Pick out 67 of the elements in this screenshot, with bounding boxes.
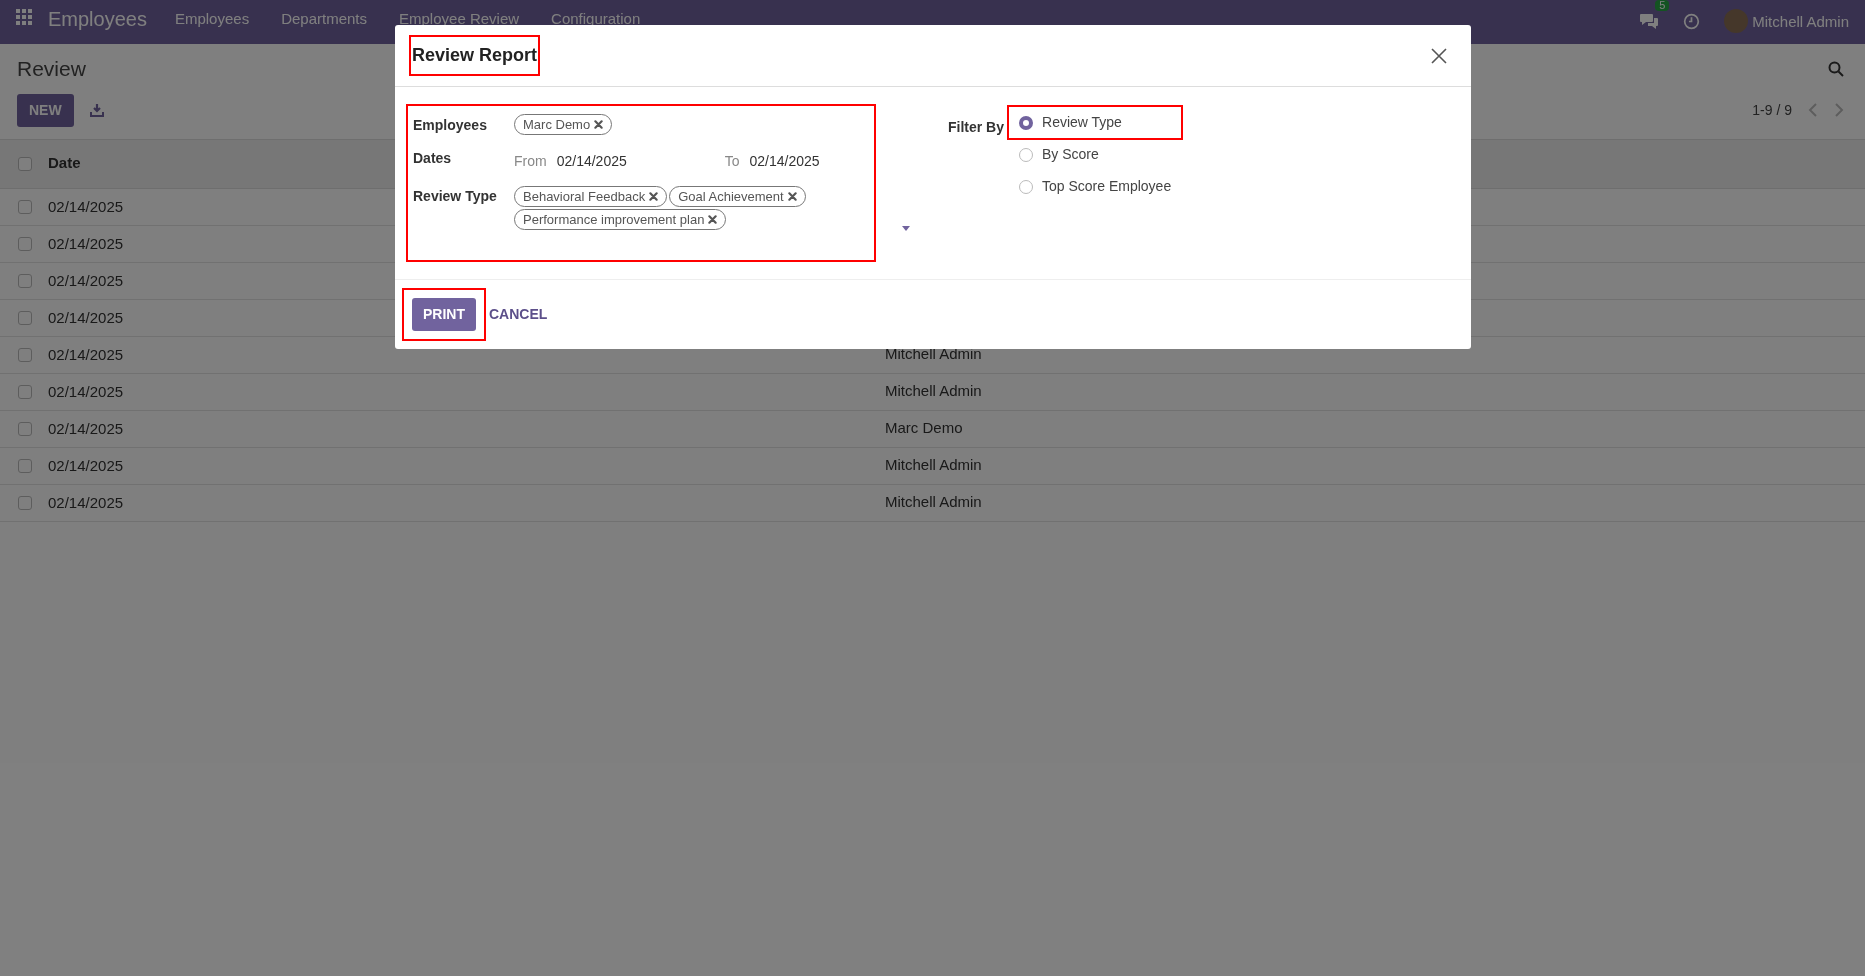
table-cell: 02/14/2025 <box>48 419 124 437</box>
table-cell-text: Mitchell Admin <box>885 344 982 365</box>
table-cell-text: Marc Demo <box>885 418 963 439</box>
column-header[interactable]: Date <box>48 152 81 175</box>
table-cell-text: Mitchell Admin <box>885 455 982 476</box>
menu-item[interactable]: Employees <box>174 11 250 26</box>
cancel-button[interactable]: CANCEL <box>489 304 548 325</box>
previous-icon[interactable] <box>1808 103 1818 117</box>
table-cell-text: Mitchell Admin <box>885 381 982 402</box>
table-cell: 02/14/2025 <box>48 234 124 252</box>
checkbox[interactable] <box>18 273 32 288</box>
apps-grid-icon[interactable] <box>16 9 32 25</box>
table-cell-text: Mitchell Admin <box>885 492 982 513</box>
table-cell: 02/14/2025 <box>48 197 124 215</box>
radio-option[interactable]: Top Score Employee <box>1019 176 1172 197</box>
notification-badge: 5 <box>1655 0 1670 11</box>
print-button[interactable]: PRINT <box>412 298 476 331</box>
table-cell: 02/14/2025 <box>48 308 124 326</box>
date-field[interactable]: 02/14/2025 <box>749 148 820 172</box>
checkbox[interactable] <box>18 156 32 171</box>
table-cell: 02/14/2025 <box>48 271 124 289</box>
menu-item[interactable]: Configuration <box>551 11 641 26</box>
table-cell: 02/14/2025 <box>48 345 124 363</box>
dialog-title: Review Report <box>412 44 538 67</box>
page-title: Review <box>17 56 86 82</box>
remove-icon[interactable] <box>649 192 659 201</box>
remove-icon[interactable] <box>787 192 797 201</box>
checkbox[interactable] <box>18 310 32 325</box>
dropdown-caret-icon[interactable] <box>902 226 910 231</box>
table-cell: 02/14/2025 <box>48 382 124 400</box>
radio-option[interactable]: Review Type <box>1019 112 1122 133</box>
tag: Performance improvement plan <box>514 209 727 230</box>
checkbox[interactable] <box>18 421 32 436</box>
field-label: From <box>514 152 547 171</box>
table-cell: 02/14/2025 <box>48 493 124 511</box>
clock-icon[interactable] <box>1683 12 1701 30</box>
menu-item[interactable]: Employee Review <box>399 11 520 26</box>
checkbox[interactable] <box>18 384 32 399</box>
date-field[interactable]: 02/14/2025 <box>556 148 725 172</box>
avatar[interactable] <box>1724 9 1749 33</box>
new-button[interactable]: NEW <box>17 93 74 127</box>
field-label: Employees <box>413 116 488 135</box>
next-icon[interactable] <box>1834 103 1844 117</box>
tag: Goal Achievement <box>669 186 806 207</box>
menu-item[interactable]: Departments <box>281 11 367 26</box>
pager: 1-9 / 9 <box>1752 100 1792 120</box>
remove-icon[interactable] <box>594 120 604 129</box>
checkbox[interactable] <box>18 495 32 510</box>
tag: Behavioral Feedback <box>514 186 668 207</box>
download-icon[interactable] <box>89 103 104 117</box>
field-label: To <box>724 152 740 171</box>
user-name[interactable]: Mitchell Admin <box>1752 13 1849 29</box>
close-icon[interactable] <box>1431 47 1447 64</box>
checkbox[interactable] <box>18 458 32 473</box>
field-label: Review Type <box>413 187 498 206</box>
field-label: Filter By <box>948 118 1004 137</box>
chat-icon[interactable] <box>1639 12 1660 30</box>
tag: Marc Demo <box>514 114 613 135</box>
checkbox[interactable] <box>18 199 32 214</box>
app-name[interactable]: Employees <box>48 9 147 29</box>
table-cell: 02/14/2025 <box>48 456 124 474</box>
field-label: Dates <box>413 149 453 168</box>
checkbox[interactable] <box>18 236 32 251</box>
remove-icon[interactable] <box>708 215 718 224</box>
checkbox[interactable] <box>18 347 32 362</box>
search-icon[interactable] <box>1828 60 1844 77</box>
radio-option[interactable]: By Score <box>1019 144 1099 165</box>
